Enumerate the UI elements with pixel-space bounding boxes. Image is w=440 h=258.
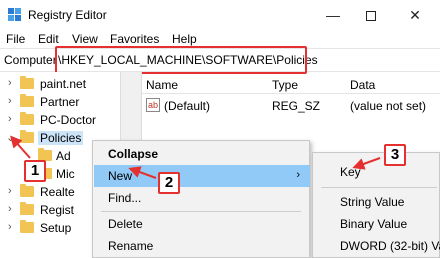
maximize-button[interactable]	[356, 4, 386, 26]
menu-help[interactable]: Help	[172, 32, 197, 46]
minimize-button[interactable]: —	[318, 4, 348, 26]
menu-item-delete[interactable]: Delete	[94, 213, 310, 235]
tree-item-label: Policies	[38, 131, 84, 145]
submenu-item-key[interactable]: Key	[314, 161, 440, 183]
folder-icon	[20, 202, 34, 215]
list-row[interactable]: ab (Default) REG_SZ (value not set)	[142, 96, 440, 116]
chevron-right-icon[interactable]: ›	[8, 95, 12, 107]
submenu-item-dword[interactable]: DWORD (32-bit) Va	[314, 235, 440, 257]
submenu-item-string-value[interactable]: String Value	[314, 191, 440, 213]
menu-item-label: Key	[340, 165, 361, 179]
chevron-right-icon[interactable]: ›	[8, 77, 12, 89]
folder-icon	[20, 94, 34, 107]
menu-item-rename[interactable]: Rename	[94, 235, 310, 257]
address-prefix: Computer	[4, 53, 57, 67]
value-name: (Default)	[164, 99, 211, 113]
chevron-right-icon[interactable]: ›	[8, 113, 12, 125]
new-submenu: Key String Value Binary Value DWORD (32-…	[312, 152, 440, 258]
value-type: REG_SZ	[272, 99, 321, 113]
folder-icon	[20, 184, 34, 197]
chevron-down-icon[interactable]: ⌄	[6, 131, 15, 144]
menu-item-new[interactable]: New ›	[94, 165, 310, 187]
folder-icon	[20, 112, 34, 125]
menu-edit[interactable]: Edit	[38, 32, 59, 46]
chevron-right-icon[interactable]: ›	[8, 203, 12, 215]
list-header: Name Type Data	[142, 72, 440, 94]
tree-item-label: Mic	[56, 167, 75, 181]
tree-item-label: Partner	[40, 95, 80, 109]
tree-item[interactable]: › Partner	[0, 92, 120, 112]
menu-item-label: DWORD (32-bit) Va	[340, 239, 440, 253]
string-value-icon: ab	[146, 98, 160, 112]
tree-item[interactable]: › paint.net	[0, 74, 120, 94]
column-name[interactable]: Name	[146, 78, 178, 92]
menu-item-find[interactable]: Find...	[94, 187, 310, 209]
chevron-right-icon[interactable]: ›	[8, 185, 12, 197]
menu-view[interactable]: View	[72, 32, 98, 46]
close-button[interactable]: ✕	[400, 4, 430, 26]
tree-item-label: Setup	[40, 221, 72, 235]
context-menu: Collapse New › Find... Delete Rename	[92, 140, 310, 258]
menu-file[interactable]: File	[6, 32, 25, 46]
menu-separator	[101, 211, 301, 212]
tree-item-label: Realte	[40, 185, 75, 199]
column-data[interactable]: Data	[350, 78, 375, 92]
registry-editor-icon	[8, 8, 21, 21]
folder-icon	[20, 130, 34, 143]
menu-separator	[321, 187, 437, 188]
menu-item-label: Delete	[108, 217, 143, 231]
menu-item-label: Collapse	[108, 147, 159, 161]
callout-3: 3	[384, 144, 406, 166]
tree-item-label: Ad	[56, 149, 71, 163]
value-data: (value not set)	[350, 99, 427, 113]
menu-item-label: Rename	[108, 239, 154, 253]
title-bar: Registry Editor — ✕	[0, 0, 440, 30]
callout-2: 2	[158, 172, 180, 194]
menu-item-label: New	[108, 169, 133, 183]
submenu-item-binary-value[interactable]: Binary Value	[314, 213, 440, 235]
submenu-arrow-icon: ›	[296, 169, 300, 181]
menu-favorites[interactable]: Favorites	[110, 32, 159, 46]
menu-item-label: Find...	[108, 191, 142, 205]
tree-item[interactable]: › PC-Doctor	[0, 110, 120, 130]
column-type[interactable]: Type	[272, 78, 298, 92]
menu-item-collapse[interactable]: Collapse	[94, 143, 310, 165]
folder-icon	[20, 76, 34, 89]
window-title: Registry Editor	[28, 8, 107, 22]
address-highlight-box	[55, 46, 307, 74]
menu-item-label: Binary Value	[340, 217, 408, 231]
tree-item-label: PC-Doctor	[40, 113, 97, 127]
menu-item-label: String Value	[340, 195, 405, 209]
chevron-right-icon[interactable]: ›	[8, 221, 12, 233]
folder-icon	[20, 220, 34, 233]
tree-item-label: Regist	[40, 203, 75, 217]
tree-item-label: paint.net	[40, 77, 87, 91]
callout-1: 1	[24, 160, 46, 182]
